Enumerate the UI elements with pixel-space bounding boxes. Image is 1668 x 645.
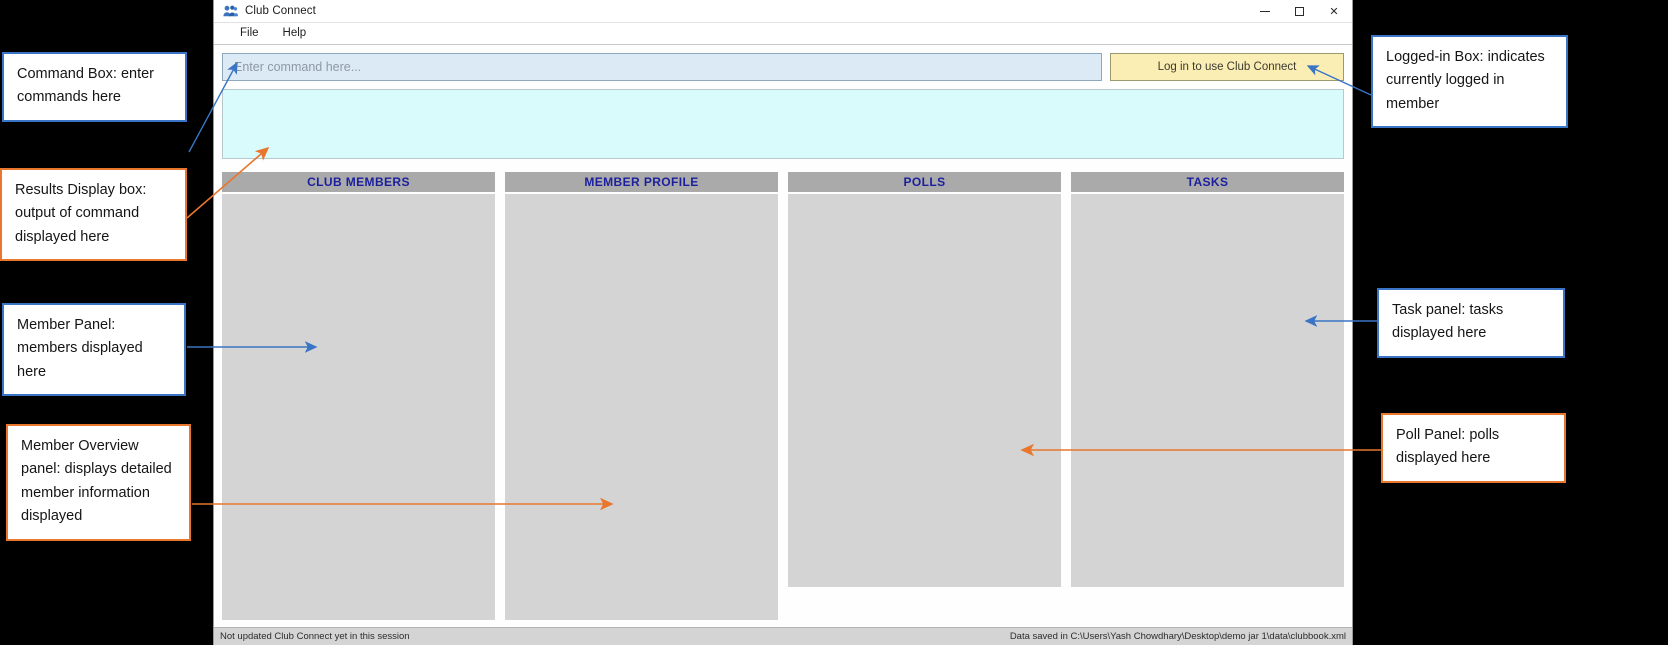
status-sync-message: Not updated Club Connect yet in this ses… bbox=[220, 631, 410, 642]
maximize-icon bbox=[1294, 7, 1304, 16]
command-row: Enter command here... Log in to use Club… bbox=[222, 53, 1344, 81]
screenshot-root: Club Connect ✕ File Help Enter command h… bbox=[0, 0, 1668, 645]
application-window: Club Connect ✕ File Help Enter command h… bbox=[213, 0, 1353, 645]
status-save-path: Data saved in C:\Users\Yash Chowdhary\De… bbox=[1009, 631, 1346, 642]
annotation-poll-panel: Poll Panel: polls displayed here bbox=[1381, 413, 1566, 483]
menu-item-help[interactable]: Help bbox=[274, 24, 316, 43]
annotation-command-box: Command Box: enter commands here bbox=[2, 52, 187, 122]
people-icon bbox=[222, 3, 238, 19]
member-profile-content[interactable] bbox=[505, 194, 778, 620]
login-label: Log in to use Club Connect bbox=[1157, 61, 1297, 73]
status-bar: Not updated Club Connect yet in this ses… bbox=[214, 627, 1352, 645]
title-bar: Club Connect ✕ bbox=[214, 0, 1352, 23]
polls-title: POLLS bbox=[903, 175, 946, 189]
main-content: Enter command here... Log in to use Club… bbox=[214, 45, 1352, 627]
club-members-panel: CLUB MEMBERS bbox=[222, 172, 495, 620]
annotation-member-panel: Member Panel: members displayed here bbox=[2, 303, 186, 397]
maximize-button[interactable] bbox=[1282, 0, 1316, 23]
member-profile-header: MEMBER PROFILE bbox=[505, 172, 778, 192]
polls-panel: POLLS bbox=[788, 172, 1061, 620]
tasks-panel: TASKS bbox=[1071, 172, 1344, 620]
polls-header: POLLS bbox=[788, 172, 1061, 192]
command-input[interactable]: Enter command here... bbox=[222, 53, 1102, 81]
member-profile-panel: MEMBER PROFILE bbox=[505, 172, 778, 620]
tasks-header: TASKS bbox=[1071, 172, 1344, 192]
annotation-member-overview: Member Overview panel: displays detailed… bbox=[6, 424, 191, 541]
results-display-box bbox=[222, 89, 1344, 159]
close-button[interactable]: ✕ bbox=[1316, 0, 1352, 23]
panel-container: CLUB MEMBERS MEMBER PROFILE POLLS TASKS bbox=[222, 172, 1344, 627]
window-title: Club Connect bbox=[245, 5, 316, 17]
club-members-header: CLUB MEMBERS bbox=[222, 172, 495, 192]
member-profile-title: MEMBER PROFILE bbox=[584, 175, 699, 189]
tasks-title: TASKS bbox=[1186, 175, 1229, 189]
logged-in-box[interactable]: Log in to use Club Connect bbox=[1110, 53, 1344, 81]
menu-bar: File Help bbox=[214, 23, 1352, 45]
polls-list[interactable] bbox=[788, 194, 1061, 587]
club-members-list[interactable] bbox=[222, 194, 495, 620]
minimize-button[interactable] bbox=[1248, 0, 1282, 23]
annotation-task-panel: Task panel: tasks displayed here bbox=[1377, 288, 1565, 358]
menu-item-file[interactable]: File bbox=[231, 24, 268, 43]
command-placeholder: Enter command here... bbox=[234, 60, 362, 74]
minimize-icon bbox=[1260, 11, 1270, 12]
annotation-logged-in-box: Logged-in Box: indicates currently logge… bbox=[1371, 35, 1568, 129]
annotation-results-box: Results Display box: output of command d… bbox=[0, 168, 187, 262]
tasks-list[interactable] bbox=[1071, 194, 1344, 587]
club-members-title: CLUB MEMBERS bbox=[307, 175, 410, 189]
window-controls: ✕ bbox=[1248, 0, 1352, 23]
